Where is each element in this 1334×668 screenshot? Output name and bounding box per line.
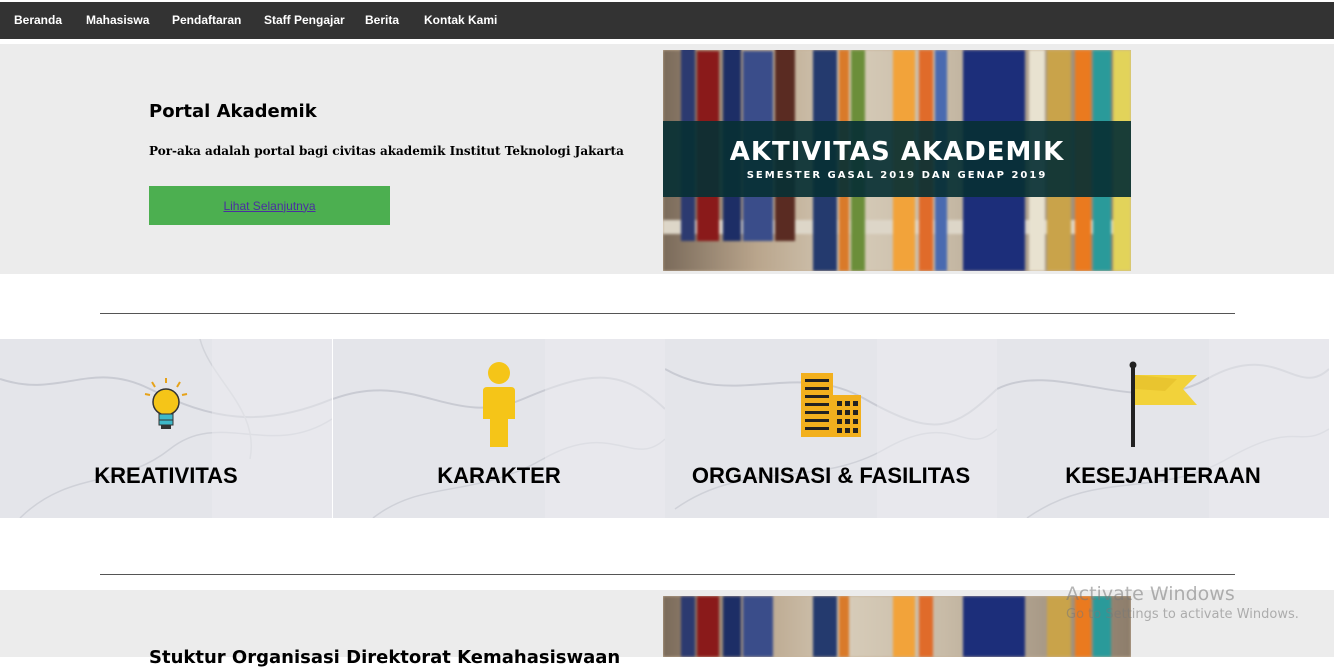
building-icon xyxy=(801,373,861,437)
flag-icon xyxy=(1129,361,1197,447)
card-kesejahteraan[interactable]: KESEJAHTERAAN xyxy=(997,339,1329,518)
card-label-organisasi-fasilitas: ORGANISASI & FASILITAS xyxy=(691,463,971,488)
hero-banner-image: AKTIVITAS AKADEMIK SEMESTER GASAL 2019 D… xyxy=(663,50,1131,271)
divider xyxy=(100,574,1235,575)
watermark-line2: Go to Settings to activate Windows. xyxy=(1066,607,1299,622)
card-label-karakter: KARAKTER xyxy=(437,463,561,488)
lightbulb-icon xyxy=(144,378,188,429)
person-icon xyxy=(483,362,515,447)
card-label-kesejahteraan: KESEJAHTERAAN xyxy=(1065,463,1261,488)
card-organisasi-fasilitas[interactable]: ORGANISASI & FASILITAS xyxy=(665,339,997,518)
hero-description: Por-aka adalah portal bagi civitas akade… xyxy=(149,144,624,158)
lihat-selanjutnya-link[interactable]: Lihat Selanjutnya xyxy=(223,199,315,213)
banner-subtitle: SEMESTER GASAL 2019 DAN GENAP 2019 xyxy=(746,170,1048,181)
nav-pendaftaran[interactable]: Pendaftaran xyxy=(172,2,241,39)
page-title: Portal Akademik xyxy=(149,101,317,122)
banner-title: AKTIVITAS AKADEMIK xyxy=(729,137,1065,167)
nav-berita[interactable]: Berita xyxy=(365,2,399,39)
nav-kontak-kami[interactable]: Kontak Kami xyxy=(424,2,497,39)
lihat-selanjutnya-button[interactable]: Lihat Selanjutnya xyxy=(149,186,390,225)
section2-banner-image xyxy=(663,596,1131,657)
windows-activation-watermark: Activate Windows Go to Settings to activ… xyxy=(1066,583,1299,622)
nav-beranda[interactable]: Beranda xyxy=(14,2,62,39)
nav-staff-pengajar[interactable]: Staff Pengajar xyxy=(264,2,345,39)
bookshelf-image xyxy=(663,596,1131,657)
card-kreativitas[interactable]: KREATIVITAS xyxy=(0,339,332,518)
section2-title: Stuktur Organisasi Direktorat Kemahasisw… xyxy=(149,647,621,668)
divider xyxy=(100,313,1235,314)
nav-mahasiswa[interactable]: Mahasiswa xyxy=(86,2,149,39)
watermark-line1: Activate Windows xyxy=(1066,583,1235,605)
card-label-kreativitas: KREATIVITAS xyxy=(94,463,238,488)
card-karakter[interactable]: KARAKTER xyxy=(333,339,665,518)
top-navigation: Beranda Mahasiswa Pendaftaran Staff Peng… xyxy=(0,2,1334,39)
